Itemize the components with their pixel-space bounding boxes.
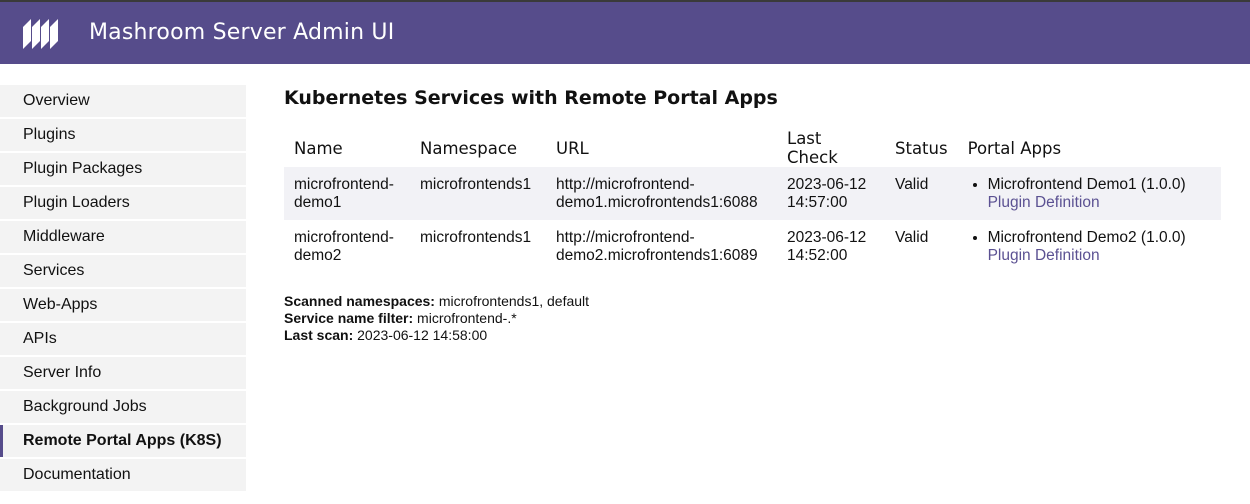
last-check-date: 2023-06-12 — [787, 176, 867, 193]
main-content: Kubernetes Services with Remote Portal A… — [284, 85, 1224, 343]
service-name-filter-value: microfrontend-.* — [413, 310, 517, 326]
last-check-time: 14:52:00 — [787, 247, 848, 264]
scanned-namespaces-label: Scanned namespaces: — [284, 293, 435, 309]
url-cell: http://microfrontend- demo2.microfronten… — [546, 220, 777, 273]
service-name-line: demo1 — [294, 194, 342, 211]
column-header-url: URL — [556, 138, 589, 158]
last-scan-label: Last scan: — [284, 327, 354, 343]
portal-apps-list: Microfrontend Demo1 (1.0.0) Plugin Defin… — [968, 176, 1211, 212]
sidebar-item-plugin-packages[interactable]: Plugin Packages — [0, 153, 246, 185]
services-table: Name Namespace URL Last Check Status Por… — [284, 129, 1221, 273]
last-scan: Last scan: 2023-06-12 14:58:00 — [284, 327, 589, 344]
plugin-definition-link[interactable]: Plugin Definition — [988, 247, 1100, 264]
last-scan-value: 2023-06-12 14:58:00 — [353, 327, 488, 343]
sidebar-item-middleware[interactable]: Middleware — [0, 221, 246, 253]
service-name-filter-label: Service name filter: — [284, 310, 414, 326]
column-header-namespace: Namespace — [420, 138, 518, 158]
table-row: microfrontend- demo2 microfrontends1 htt… — [284, 220, 1221, 273]
service-name-line: microfrontend- — [294, 176, 394, 193]
page-title: Kubernetes Services with Remote Portal A… — [284, 87, 778, 109]
table-header-row: Name Namespace URL Last Check Status Por… — [284, 129, 1221, 167]
scanned-namespaces-value: microfrontends1, default — [434, 293, 590, 309]
sidebar-item-overview[interactable]: Overview — [0, 85, 246, 117]
last-check-cell: 2023-06-12 14:52:00 — [777, 220, 885, 273]
portal-apps-cell: Microfrontend Demo1 (1.0.0) Plugin Defin… — [957, 167, 1221, 220]
portal-app-name: Microfrontend Demo2 (1.0.0) — [987, 229, 1186, 246]
service-name-line: demo2 — [294, 247, 342, 264]
service-name-filter: Service name filter: microfrontend-.* — [284, 310, 589, 327]
status-cell: Valid — [895, 229, 929, 246]
sidebar-nav: Overview Plugins Plugin Packages Plugin … — [0, 85, 246, 493]
url-line: http://microfrontend- — [556, 229, 695, 246]
column-header-last-check: Last Check — [787, 129, 838, 167]
portal-apps-list: Microfrontend Demo2 (1.0.0) Plugin Defin… — [968, 229, 1211, 265]
portal-app-name: Microfrontend Demo1 (1.0.0) — [987, 176, 1186, 193]
last-check-time: 14:57:00 — [787, 194, 848, 211]
namespace-cell: microfrontends1 — [420, 229, 532, 246]
sidebar-item-server-info[interactable]: Server Info — [0, 357, 246, 389]
sidebar-item-services[interactable]: Services — [0, 255, 246, 287]
sidebar-item-background-jobs[interactable]: Background Jobs — [0, 391, 246, 423]
last-check-cell: 2023-06-12 14:57:00 — [777, 167, 885, 220]
column-header-portal-apps: Portal Apps — [967, 138, 1062, 158]
last-check-date: 2023-06-12 — [787, 229, 867, 246]
sidebar-item-apis[interactable]: APIs — [0, 323, 246, 355]
list-item: Microfrontend Demo1 (1.0.0) Plugin Defin… — [988, 176, 1211, 212]
scan-info: Scanned namespaces: microfrontends1, def… — [284, 293, 589, 344]
scanned-namespaces: Scanned namespaces: microfrontends1, def… — [284, 293, 589, 310]
status-cell: Valid — [885, 167, 958, 220]
url-line: demo2.microfrontends1:6089 — [556, 247, 758, 264]
mashroom-logo-icon[interactable] — [23, 19, 64, 51]
sidebar-item-documentation[interactable]: Documentation — [0, 459, 246, 491]
url-cell: http://microfrontend- demo1.microfronten… — [546, 167, 777, 220]
column-header-status: Status — [895, 138, 948, 158]
sidebar-item-web-apps[interactable]: Web-Apps — [0, 289, 246, 321]
sidebar-item-plugin-loaders[interactable]: Plugin Loaders — [0, 187, 246, 219]
table-row: microfrontend- demo1 microfrontends1 htt… — [284, 167, 1221, 220]
app-title: Mashroom Server Admin UI — [89, 20, 395, 45]
service-name-cell: microfrontend- demo2 — [284, 220, 410, 273]
url-line: http://microfrontend- — [556, 176, 695, 193]
column-header-name: Name — [294, 138, 343, 158]
url-line: demo1.microfrontends1:6088 — [556, 194, 758, 211]
sidebar-item-remote-portal-apps[interactable]: Remote Portal Apps (K8S) — [0, 425, 246, 457]
namespace-cell: microfrontends1 — [410, 167, 546, 220]
plugin-definition-link[interactable]: Plugin Definition — [988, 194, 1100, 211]
app-header: Mashroom Server Admin UI — [0, 0, 1250, 64]
portal-apps-cell: Microfrontend Demo2 (1.0.0) Plugin Defin… — [958, 220, 1221, 273]
list-item: Microfrontend Demo2 (1.0.0) Plugin Defin… — [988, 229, 1211, 265]
service-name-line: microfrontend- — [294, 229, 394, 246]
sidebar-item-plugins[interactable]: Plugins — [0, 119, 246, 151]
service-name-cell: microfrontend- demo1 — [284, 167, 410, 220]
